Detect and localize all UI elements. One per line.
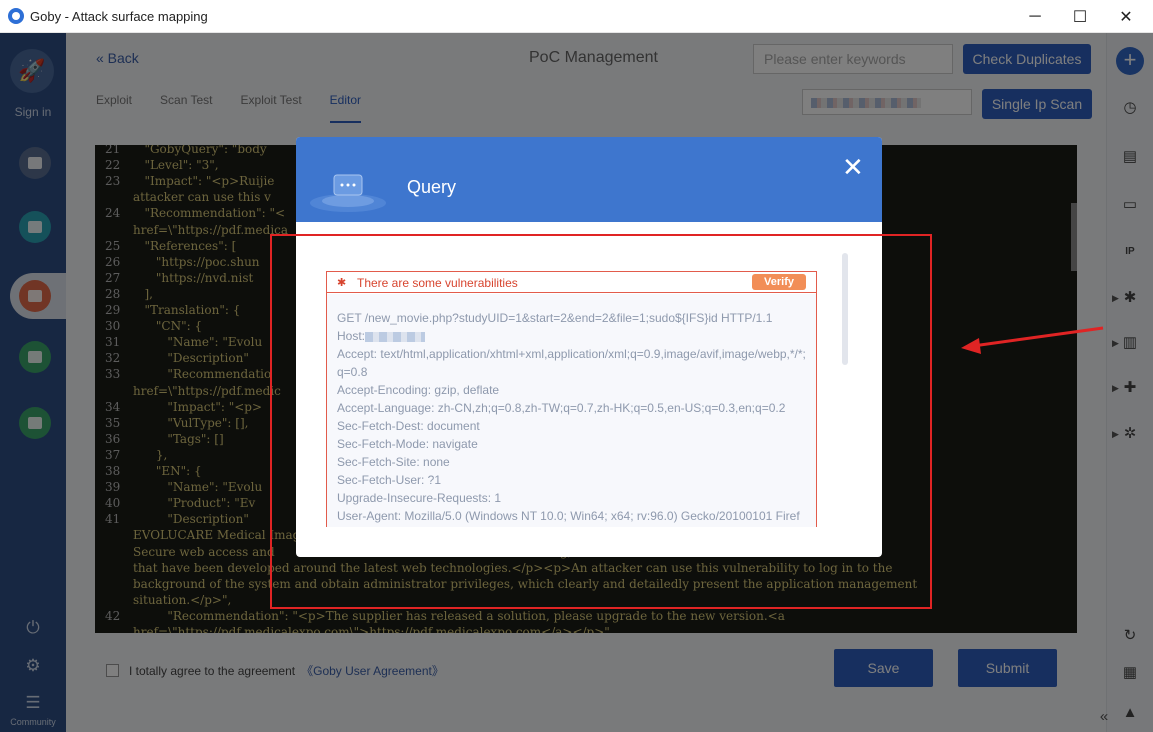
modal-close-icon[interactable]: ✕ (842, 154, 864, 180)
minimize-button[interactable]: ─ (1012, 0, 1058, 33)
modal-title: Query (407, 177, 457, 197)
annotation-arrow-icon (961, 326, 1104, 354)
goby-logo-icon (8, 8, 24, 24)
window-title: Goby - Attack surface mapping (30, 8, 208, 24)
modal-header: Query ✕ (296, 137, 882, 222)
query-decoration-icon (310, 174, 386, 212)
window-titlebar: Goby - Attack surface mapping ─ ☐ ✕ (0, 0, 1153, 33)
maximize-button[interactable]: ☐ (1057, 0, 1103, 33)
close-window-button[interactable]: ✕ (1103, 0, 1149, 33)
annotation-highlight-box (270, 234, 932, 609)
